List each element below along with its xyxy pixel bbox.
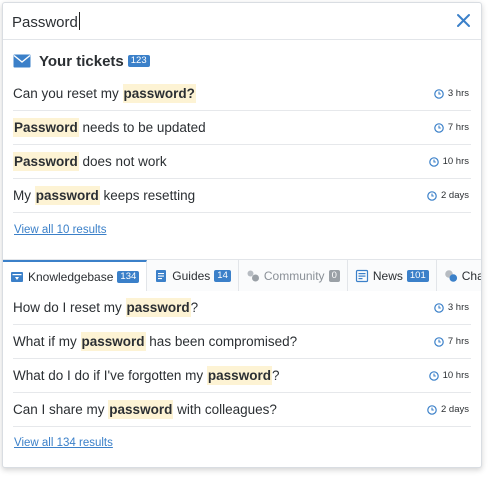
clock-icon xyxy=(434,302,444,313)
article-title: Can I share my password with colleagues? xyxy=(13,400,277,419)
view-all-articles-link[interactable]: View all 134 results xyxy=(14,437,113,449)
category-tabs: Knowledgebase 134 Guides 14 Community 0 … xyxy=(3,259,481,291)
search-highlight: Password xyxy=(13,152,79,171)
tickets-title: Your tickets xyxy=(39,52,124,70)
search-highlight: password xyxy=(80,332,146,351)
clock-icon xyxy=(427,404,437,415)
text-caret xyxy=(78,12,80,30)
clock-icon xyxy=(428,370,439,381)
article-title: What do I do if I've forgotten my passwo… xyxy=(13,366,280,385)
tab-label: Community xyxy=(263,268,325,283)
tab-label: News xyxy=(372,268,403,283)
search-results-panel: Password Your tickets 123 Can you reset … xyxy=(2,2,482,468)
ticket-time: 7 hrs xyxy=(434,122,469,133)
search-bar[interactable]: Password xyxy=(3,3,481,40)
article-row[interactable]: What do I do if I've forgotten my passwo… xyxy=(13,359,471,393)
view-all-tickets-link[interactable]: View all 10 results xyxy=(14,224,106,236)
ticket-row[interactable]: Can you reset my password? 3 hrs xyxy=(13,77,471,111)
clock-icon xyxy=(434,122,444,133)
article-time: 10 hrs xyxy=(428,370,469,381)
ticket-time: 2 days xyxy=(427,190,469,201)
search-input[interactable]: Password xyxy=(12,12,80,31)
ticket-title: Can you reset my password? xyxy=(13,84,196,103)
ticket-title: Password needs to be updated xyxy=(13,118,206,137)
search-highlight: password? xyxy=(122,84,196,103)
ticket-row[interactable]: Password needs to be updated 7 hrs xyxy=(13,111,471,145)
search-input-value: Password xyxy=(12,14,78,31)
tickets-header: Your tickets 123 xyxy=(13,51,150,71)
article-title: What if my password has been compromised… xyxy=(13,332,298,351)
clock-icon xyxy=(427,190,437,201)
article-time: 7 hrs xyxy=(434,336,469,347)
tab-news[interactable]: News 101 xyxy=(347,260,437,291)
search-highlight: password xyxy=(34,186,100,205)
ticket-title: My password keeps resetting xyxy=(13,186,196,205)
tab-chat[interactable]: Chat 12 xyxy=(436,260,481,291)
article-time: 3 hrs xyxy=(434,302,469,313)
tab-label: Chat xyxy=(461,268,481,283)
close-icon[interactable] xyxy=(456,13,471,28)
tickets-count-badge: 123 xyxy=(127,55,150,67)
knowledgebase-icon xyxy=(11,271,23,282)
clock-icon xyxy=(434,336,444,347)
tab-community[interactable]: Community 0 xyxy=(238,260,348,291)
ticket-title: Password does not work xyxy=(13,152,167,171)
article-row[interactable]: What if my password has been compromised… xyxy=(13,325,471,359)
tab-label: Guides xyxy=(172,268,211,283)
tab-count-badge: 101 xyxy=(406,269,429,282)
search-highlight: password xyxy=(206,366,272,385)
article-title: How do I reset my password? xyxy=(13,298,199,317)
ticket-row[interactable]: Password does not work 10 hrs xyxy=(13,145,471,179)
guides-icon xyxy=(156,269,167,282)
tab-count-badge: 0 xyxy=(328,269,340,282)
tab-count-badge: 14 xyxy=(214,269,231,282)
news-icon xyxy=(355,269,368,282)
search-highlight: password xyxy=(108,400,174,419)
tab-label: Knowledgebase xyxy=(28,269,114,284)
search-highlight: password xyxy=(125,298,191,317)
article-time: 2 days xyxy=(427,404,469,415)
tab-count-badge: 134 xyxy=(117,270,140,283)
clock-icon xyxy=(434,88,444,99)
clock-icon xyxy=(428,156,439,167)
tab-guides[interactable]: Guides 14 xyxy=(147,260,239,291)
article-row[interactable]: How do I reset my password? 3 hrs xyxy=(13,291,471,325)
ticket-row[interactable]: My password keeps resetting 2 days xyxy=(13,179,471,213)
envelope-icon xyxy=(13,54,31,68)
search-highlight: Password xyxy=(13,118,79,137)
community-icon xyxy=(247,270,259,281)
tab-knowledgebase[interactable]: Knowledgebase 134 xyxy=(3,260,148,291)
ticket-time: 3 hrs xyxy=(434,88,469,99)
chat-icon xyxy=(444,269,457,282)
article-row[interactable]: Can I share my password with colleagues?… xyxy=(13,393,471,427)
ticket-time: 10 hrs xyxy=(428,156,469,167)
